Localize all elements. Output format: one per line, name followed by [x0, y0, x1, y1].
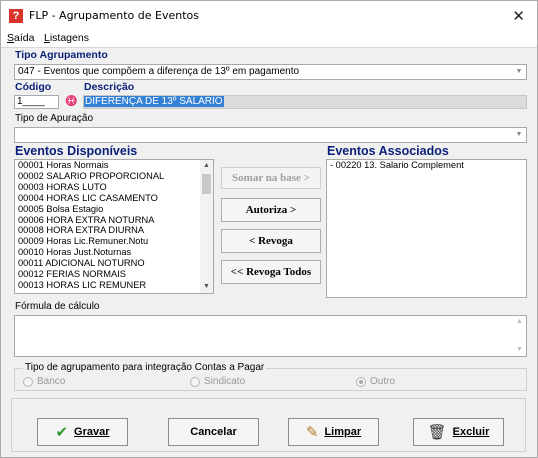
radio-outro[interactable]: Outro — [356, 376, 395, 387]
revoga-todos-button[interactable]: << Revoga Todos — [221, 260, 321, 284]
list-item[interactable]: 00010 Horas Just.Noturnas — [15, 247, 213, 258]
menu-saida-label: aída — [14, 32, 35, 44]
title-bar: ? FLP - Agrupamento de Eventos ✕ — [1, 1, 537, 31]
somar-na-base-button[interactable]: Somar na base > — [221, 167, 321, 189]
eventos-disponiveis-label: Eventos Disponíveis — [15, 144, 138, 158]
chevron-down-icon[interactable]: ▼ — [513, 66, 525, 78]
list-item[interactable]: 00003 HORAS LUTO — [15, 182, 213, 193]
eventos-associados-rows: - 00220 13. Salario Complement — [327, 160, 526, 171]
menu-listagens[interactable]: Listagens — [44, 32, 89, 44]
descricao-input[interactable]: DIFERENÇA DE 13º SALARIO — [83, 95, 527, 109]
list-item[interactable]: 00005 Bolsa Estagio — [15, 204, 213, 215]
binoculars-search-icon[interactable]: ♓ — [65, 96, 77, 107]
limpar-label: Limpar — [324, 426, 362, 438]
list-item[interactable]: 00002 SALARIO PROPORCIONAL — [15, 171, 213, 182]
scroll-down-icon[interactable]: ▼ — [200, 281, 213, 293]
tipo-agrupamento-select[interactable]: 047 - Eventos que compõem a diferença de… — [14, 64, 527, 80]
list-item[interactable]: - 00220 13. Salario Complement — [327, 160, 526, 171]
close-icon[interactable]: ✕ — [512, 7, 525, 25]
trash-icon: 🗑 — [427, 424, 447, 441]
autoriza-button[interactable]: Autoriza > — [221, 198, 321, 222]
cancelar-label: Cancelar — [190, 426, 237, 438]
list-item[interactable]: 00008 HORA EXTRA DIURNA — [15, 225, 213, 236]
scroll-up-icon[interactable]: ▲ — [200, 160, 213, 172]
eventos-disponiveis-rows: 00001 Horas Normais 00002 SALARIO PROPORC… — [15, 160, 213, 291]
eventos-disponiveis-list[interactable]: 00001 Horas Normais 00002 SALARIO PROPORC… — [14, 159, 214, 294]
tipo-agrupamento-value: 047 - Eventos que compõem a diferença de… — [18, 66, 300, 77]
excluir-button[interactable]: 🗑 Excluir — [413, 418, 504, 446]
list-item[interactable]: 00013 HORAS LIC REMUNER — [15, 280, 213, 291]
scroll-down-icon[interactable]: ▼ — [513, 344, 526, 356]
list-item[interactable]: 00006 HORA EXTRA NOTURNA — [15, 215, 213, 226]
radio-outro-label: Outro — [370, 376, 396, 387]
menu-bar: Saída Listagens — [1, 31, 537, 47]
tipo-apuracao-label: Tipo de Apuração — [15, 113, 94, 124]
codigo-input[interactable]: 1____ — [14, 95, 59, 109]
gravar-label: Gravar — [74, 426, 110, 438]
excluir-label: Excluir — [452, 426, 490, 438]
eventos-associados-list[interactable]: - 00220 13. Salario Complement — [326, 159, 527, 298]
list-item[interactable]: 00011 ADICIONAL NOTURNO — [15, 258, 213, 269]
list-item[interactable]: 00004 HORAS LIC CASAMENTO — [15, 193, 213, 204]
eventos-associados-label: Eventos Associados — [327, 144, 449, 158]
radio-sindicato-label: Sindicato — [204, 376, 246, 387]
radio-banco[interactable]: Banco — [23, 376, 65, 387]
scroll-thumb[interactable] — [202, 174, 211, 194]
gravar-button[interactable]: ✔ Gravar — [37, 418, 128, 446]
revoga-button[interactable]: < Revoga — [221, 229, 321, 253]
tipo-apuracao-select[interactable]: ▼ — [14, 127, 527, 143]
formula-scrollbar[interactable]: ▲ ▼ — [513, 316, 526, 356]
menu-divider — [1, 47, 537, 48]
menu-listagens-label: istagens — [49, 32, 89, 44]
dialog-window: ? FLP - Agrupamento de Eventos ✕ Saída L… — [0, 0, 538, 458]
check-icon: ✔ — [55, 424, 69, 441]
radio-sindicato[interactable]: Sindicato — [190, 376, 245, 387]
radio-banco-label: Banco — [37, 376, 66, 387]
window-title: FLP - Agrupamento de Eventos — [29, 9, 199, 22]
radio-sindicato-dot — [190, 376, 200, 387]
formula-label: Fórmula de cálculo — [15, 301, 100, 312]
menu-saida-accel: S — [7, 32, 15, 44]
menu-saida[interactable]: Saída — [7, 32, 34, 44]
app-icon: ? — [9, 9, 23, 23]
list-item[interactable]: 00009 Horas Lic.Remuner.Notu — [15, 236, 213, 247]
descricao-label: Descrição — [84, 81, 135, 93]
vertical-scrollbar[interactable]: ▲ ▼ — [200, 160, 213, 293]
integracao-title: Tipo de agrupamento para integração Cont… — [23, 362, 267, 373]
list-item[interactable]: 00012 FERIAS NORMAIS — [15, 269, 213, 280]
descricao-value: DIFERENÇA DE 13º SALARIO — [84, 96, 224, 107]
radio-banco-dot — [23, 376, 33, 387]
tipo-agrupamento-label: Tipo Agrupamento — [15, 49, 108, 61]
list-item[interactable]: 00001 Horas Normais — [15, 160, 213, 171]
scroll-up-icon[interactable]: ▲ — [513, 316, 526, 328]
formula-textarea[interactable]: ▲ ▼ — [14, 315, 527, 357]
chevron-down-icon[interactable]: ▼ — [513, 129, 525, 141]
limpar-button[interactable]: ✎ Limpar — [288, 418, 379, 446]
codigo-label: Código — [15, 81, 52, 93]
broom-icon: ✎ — [305, 424, 319, 441]
cancelar-button[interactable]: Cancelar — [168, 418, 259, 446]
radio-outro-dot — [356, 376, 366, 387]
